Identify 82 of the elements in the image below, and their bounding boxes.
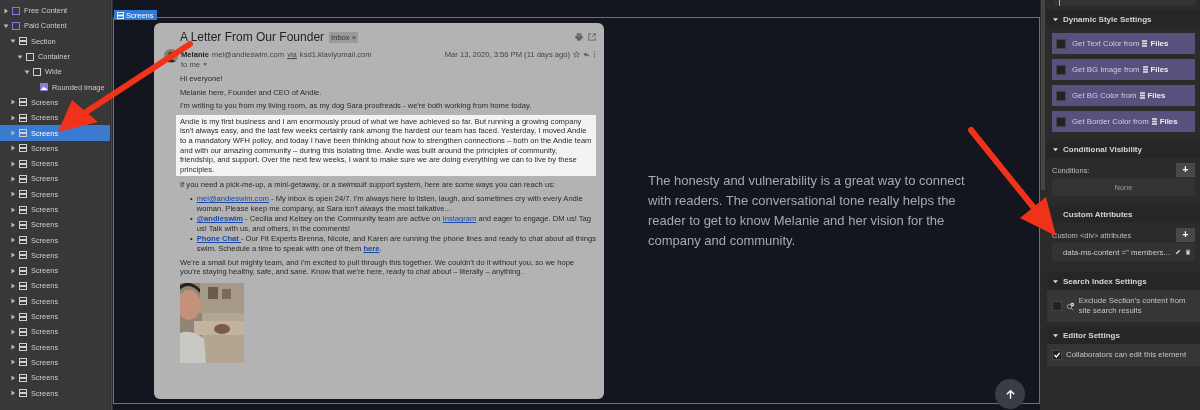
caret-icon[interactable] bbox=[10, 175, 16, 182]
section-icon bbox=[19, 251, 27, 260]
database-icon bbox=[1139, 92, 1145, 99]
edit-icon[interactable] bbox=[1175, 249, 1181, 255]
checkbox[interactable] bbox=[1056, 90, 1066, 101]
section-icon bbox=[19, 113, 27, 122]
add-button[interactable]: + bbox=[1176, 163, 1195, 177]
section-icon bbox=[19, 266, 27, 275]
caret-icon[interactable] bbox=[10, 374, 16, 381]
caret-icon[interactable] bbox=[24, 68, 30, 75]
database-icon bbox=[1151, 118, 1157, 125]
caret-icon[interactable] bbox=[3, 22, 9, 29]
section-icon bbox=[19, 236, 27, 245]
section-header[interactable]: Search Index Settings bbox=[1047, 272, 1200, 290]
caret-icon[interactable] bbox=[10, 99, 16, 106]
star-icon[interactable] bbox=[573, 50, 580, 58]
section-header[interactable]: Custom Attributes bbox=[1047, 205, 1200, 223]
email-subject: A Letter From Our Founder bbox=[180, 30, 325, 44]
caret-icon[interactable] bbox=[1053, 146, 1058, 152]
section-icon bbox=[19, 159, 27, 168]
checkbox[interactable] bbox=[1056, 116, 1066, 127]
caret-icon[interactable] bbox=[17, 53, 23, 60]
caret-icon[interactable] bbox=[10, 390, 16, 397]
section-icon bbox=[19, 205, 27, 214]
section-icon bbox=[19, 129, 27, 137]
section-icon bbox=[19, 373, 27, 382]
caret-icon[interactable] bbox=[1053, 332, 1058, 338]
section-header[interactable]: Dynamic Style Settings bbox=[1047, 10, 1200, 28]
caret-icon[interactable] bbox=[10, 38, 16, 45]
section-icon bbox=[19, 358, 27, 367]
image-icon bbox=[40, 83, 48, 92]
section-icon bbox=[19, 37, 27, 46]
checkbox[interactable] bbox=[1056, 64, 1066, 75]
caret-icon[interactable] bbox=[10, 283, 16, 289]
dropdown-icon[interactable] bbox=[203, 62, 207, 66]
caret-icon[interactable] bbox=[10, 114, 16, 121]
caret-icon[interactable] bbox=[1053, 16, 1058, 22]
section-icon bbox=[19, 144, 27, 153]
caret-icon[interactable] bbox=[10, 298, 16, 305]
caret-icon[interactable] bbox=[3, 7, 9, 14]
caret-icon[interactable] bbox=[10, 160, 16, 167]
caret-icon[interactable] bbox=[1053, 278, 1058, 284]
section-icon bbox=[19, 343, 27, 352]
print-icon[interactable] bbox=[575, 33, 583, 41]
caret-icon[interactable] bbox=[10, 191, 16, 198]
reply-icon[interactable] bbox=[583, 50, 590, 58]
database-icon bbox=[1142, 40, 1148, 47]
caret-icon[interactable] bbox=[10, 221, 16, 228]
section-header[interactable]: Editor Settings bbox=[1047, 326, 1200, 344]
caret-icon[interactable] bbox=[10, 267, 16, 274]
section-icon bbox=[19, 389, 27, 398]
checkbox[interactable] bbox=[1052, 350, 1062, 360]
caret-icon[interactable] bbox=[10, 252, 16, 259]
caret-icon[interactable] bbox=[10, 206, 16, 213]
caret-icon[interactable] bbox=[10, 313, 16, 320]
section-icon bbox=[19, 190, 27, 199]
box-icon bbox=[26, 52, 34, 61]
trash-icon[interactable] bbox=[1185, 249, 1191, 255]
database-icon bbox=[1142, 66, 1148, 73]
section-header[interactable]: Conditional Visibility bbox=[1047, 140, 1200, 158]
section-icon bbox=[117, 11, 124, 19]
section-icon bbox=[19, 98, 27, 107]
section-icon bbox=[19, 312, 27, 321]
caret-icon[interactable] bbox=[10, 344, 16, 351]
commentary-text: The honesty and vulnerability is a great way to connect with readers. The conversational tone really helps the reader to get to know Melanie and her vision for the company and community. bbox=[648, 171, 966, 250]
checkbox[interactable] bbox=[1052, 301, 1062, 311]
open-window-icon[interactable] bbox=[588, 33, 596, 41]
scroll-to-top-button[interactable] bbox=[995, 379, 1025, 409]
more-icon[interactable] bbox=[593, 50, 596, 58]
box-icon bbox=[33, 67, 41, 76]
section-icon bbox=[19, 220, 27, 229]
section-icon bbox=[19, 327, 27, 336]
add-button[interactable]: + bbox=[1176, 228, 1195, 242]
caret-icon[interactable] bbox=[10, 145, 16, 152]
arrow-up-icon bbox=[1004, 388, 1016, 400]
caret-icon[interactable] bbox=[10, 328, 16, 335]
caret-icon[interactable] bbox=[10, 359, 16, 366]
section-icon bbox=[19, 174, 27, 183]
section-icon bbox=[19, 297, 27, 306]
checkbox[interactable] bbox=[1056, 38, 1066, 49]
section-icon bbox=[19, 282, 27, 290]
caret-icon[interactable] bbox=[10, 237, 16, 244]
